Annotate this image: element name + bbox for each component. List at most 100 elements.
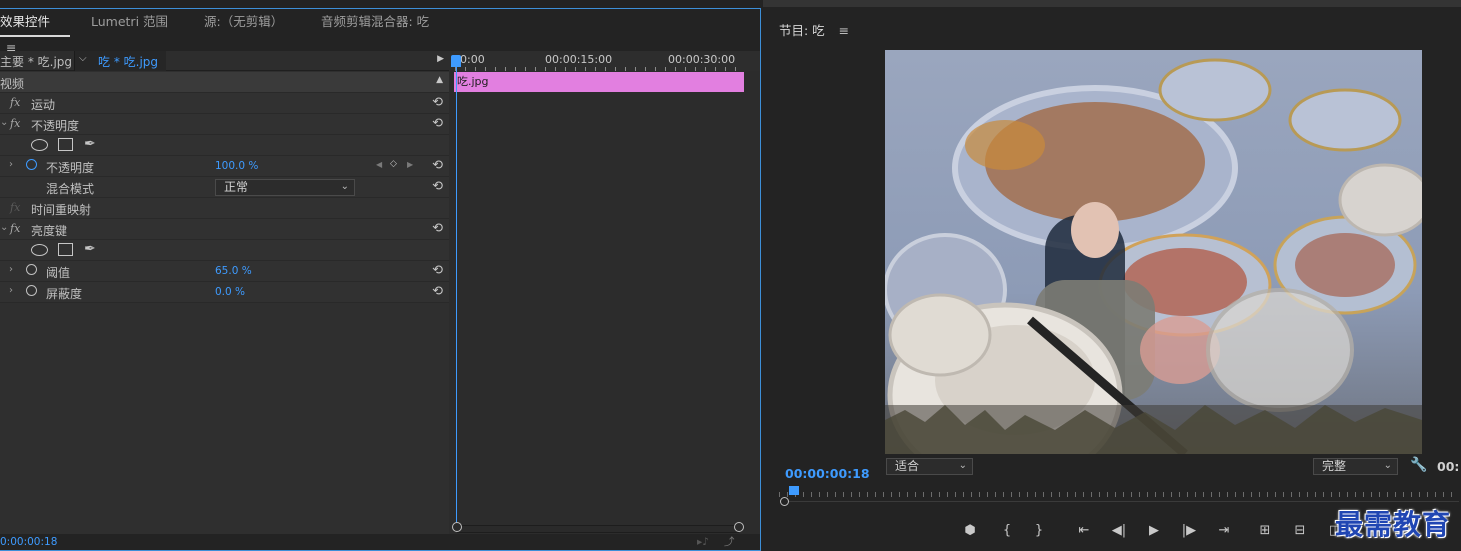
top-strip: [763, 0, 1461, 7]
blend-mode-label: 混合模式: [46, 182, 95, 196]
reset-icon[interactable]: ⟲: [432, 158, 443, 173]
chevron-down-icon: ⌄: [1383, 460, 1392, 471]
monitor-title[interactable]: 节目: 吃 ≡: [779, 20, 849, 39]
time-ruler[interactable]: 0:00 00:00:15:00 00:00:30:00: [449, 51, 760, 71]
fx-icon[interactable]: fx: [10, 222, 20, 235]
monitor-time-ruler[interactable]: [779, 486, 1459, 506]
insert-icon[interactable]: ⊞: [1255, 523, 1275, 538]
effect-controls-body: 主要 * 吃.jpg ⌵ 吃 * 吃.jpg ▶ 视频 ▲ fx 运动 ⟲ ⌄ …: [0, 51, 449, 535]
chevron-down-icon: ⌄: [958, 460, 967, 471]
reset-icon[interactable]: ⟲: [432, 179, 443, 194]
collapse-arrow-icon[interactable]: ▲: [436, 75, 443, 85]
audio-only-icon[interactable]: ▸♪: [697, 534, 709, 550]
export-icon[interactable]: ⤴: [724, 534, 735, 550]
motion-label: 运动: [31, 98, 56, 112]
stopwatch-icon[interactable]: [26, 285, 37, 296]
opacity-property: › 不透明度 100.0 % ◀ ◇ ▶ ⟲: [0, 156, 449, 177]
fx-icon: fx: [10, 201, 21, 214]
cutoff-label: 屏蔽度: [46, 287, 83, 301]
chevron-right-icon[interactable]: ›: [9, 264, 13, 275]
chevron-down-icon[interactable]: ⌄: [0, 117, 8, 128]
stopwatch-icon[interactable]: [26, 159, 37, 170]
pen-mask-icon[interactable]: ✒: [84, 136, 96, 152]
fx-icon[interactable]: fx: [10, 96, 20, 109]
monitor-title-label: 节目: 吃: [779, 23, 825, 38]
video-section: 视频 ▲: [0, 72, 449, 93]
status-timecode[interactable]: 0:00:00:18: [0, 536, 57, 548]
effect-timeline[interactable]: 0:00 00:00:15:00 00:00:30:00 吃.jpg: [449, 51, 760, 535]
clip-bar[interactable]: 吃.jpg: [454, 72, 744, 92]
chevron-right-icon[interactable]: ›: [9, 285, 13, 296]
chevron-right-icon[interactable]: ›: [9, 159, 13, 170]
pen-mask-icon[interactable]: ✒: [84, 241, 96, 257]
program-viewer[interactable]: [885, 50, 1422, 454]
ruler-tick-label: 00:00:30:00: [668, 53, 736, 66]
step-forward-icon[interactable]: |▶: [1179, 523, 1199, 538]
reset-icon[interactable]: ⟲: [432, 116, 443, 131]
cutoff-property: › 屏蔽度 0.0 % ⟲: [0, 282, 449, 303]
ruler-tick-label: 00:00:15:00: [545, 53, 613, 66]
clip-bar-label: 吃.jpg: [457, 75, 489, 88]
tab-audio-label: 音频剪辑混合器: 吃: [321, 14, 430, 29]
fit-value: 适合: [895, 459, 920, 473]
effect-opacity[interactable]: ⌄ fx 不透明度 ⟲: [0, 114, 449, 135]
mark-in-icon[interactable]: {: [997, 523, 1017, 538]
add-marker-icon[interactable]: ⬢: [960, 523, 980, 538]
tab-audio-clip-mixer[interactable]: 音频剪辑混合器: 吃: [321, 9, 429, 37]
wrench-icon[interactable]: 🔧: [1410, 457, 1427, 473]
fx-icon[interactable]: fx: [10, 117, 20, 130]
rectangle-mask-icon[interactable]: [58, 138, 73, 151]
go-to-out-icon[interactable]: ⇥: [1214, 523, 1234, 538]
play-icon[interactable]: ▶: [1144, 523, 1164, 538]
fit-select[interactable]: 适合 ⌄: [886, 458, 973, 475]
effect-motion[interactable]: fx 运动 ⟲: [0, 93, 449, 114]
effect-time-remap[interactable]: fx 时间重映射: [0, 198, 449, 219]
chevron-down-icon[interactable]: ⌵: [79, 53, 87, 64]
cutoff-value[interactable]: 0.0 %: [215, 286, 245, 298]
play-only-icon[interactable]: ▶: [437, 54, 444, 64]
quality-select[interactable]: 完整 ⌄: [1313, 458, 1398, 475]
prev-keyframe-icon[interactable]: ◀: [376, 160, 382, 169]
step-back-icon[interactable]: ◀|: [1109, 523, 1129, 538]
ellipse-mask-icon[interactable]: [31, 139, 48, 151]
scroll-knob-left[interactable]: [452, 522, 462, 532]
blend-mode-select[interactable]: 正常 ⌄: [215, 179, 355, 196]
effect-controls-panel: 效果控件 ≡ Lumetri 范围 源:（无剪辑） 音频剪辑混合器: 吃 主要 …: [0, 8, 761, 551]
panel-tabs: 效果控件 ≡ Lumetri 范围 源:（无剪辑） 音频剪辑混合器: 吃: [0, 9, 760, 55]
zoom-knob[interactable]: [780, 497, 789, 506]
stopwatch-icon[interactable]: [26, 264, 37, 275]
zoom-track[interactable]: [781, 501, 1459, 502]
panel-menu-icon[interactable]: ≡: [839, 23, 849, 38]
threshold-value[interactable]: 65.0 %: [215, 265, 252, 277]
ellipse-mask-icon[interactable]: [31, 244, 48, 256]
tab-effect-controls-label: 效果控件: [0, 14, 51, 29]
effect-luma-key[interactable]: ⌄ fx 亮度键 ⟲: [0, 219, 449, 240]
zoom-scrollbar[interactable]: [452, 522, 744, 533]
next-keyframe-icon[interactable]: ▶: [407, 160, 413, 169]
sequence-clip-tab[interactable]: ⌵ 吃 * 吃.jpg: [74, 51, 166, 71]
playhead-timecode[interactable]: 00:00:00:18: [785, 466, 870, 481]
threshold-label: 阈值: [46, 266, 71, 280]
reset-icon[interactable]: ⟲: [432, 221, 443, 236]
overwrite-icon[interactable]: ⊟: [1290, 523, 1310, 538]
tab-effect-controls[interactable]: 效果控件 ≡: [0, 9, 70, 55]
reset-icon[interactable]: ⟲: [432, 95, 443, 110]
opacity-value[interactable]: 100.0 %: [215, 160, 258, 172]
watermark-logo: 最需教育: [1335, 508, 1452, 541]
reset-icon[interactable]: ⟲: [432, 284, 443, 299]
playhead-handle[interactable]: [789, 486, 799, 495]
mark-out-icon[interactable]: }: [1029, 523, 1049, 538]
ruler-tick-label: 0:00: [460, 53, 485, 66]
tab-source[interactable]: 源:（无剪辑）: [204, 9, 283, 37]
rectangle-mask-icon[interactable]: [58, 243, 73, 256]
go-to-in-icon[interactable]: ⇤: [1074, 523, 1094, 538]
ruler-ticks: [779, 492, 1459, 497]
reset-icon[interactable]: ⟲: [432, 263, 443, 278]
scroll-knob-right[interactable]: [734, 522, 744, 532]
playhead-handle[interactable]: [451, 55, 461, 67]
tab-lumetri-scopes[interactable]: Lumetri 范围: [91, 9, 168, 37]
playhead[interactable]: [456, 63, 457, 525]
add-keyframe-icon[interactable]: ◇: [390, 159, 397, 169]
chevron-down-icon[interactable]: ⌄: [0, 222, 8, 233]
duration-timecode: 00:: [1437, 459, 1460, 474]
